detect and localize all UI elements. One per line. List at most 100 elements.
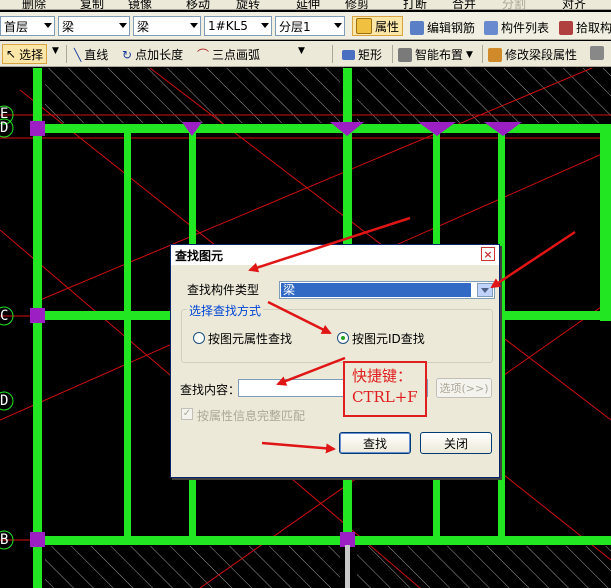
delete-button[interactable]: 删除 (22, 0, 46, 9)
category-select[interactable]: 梁 (58, 16, 130, 36)
smart-layout-button[interactable]: 智能布置 ▼ (398, 46, 473, 63)
more-button[interactable] (590, 46, 604, 60)
shortcut-annotation: 快捷键： CTRL+F (343, 361, 427, 417)
modify-icon (488, 47, 502, 62)
separator (332, 45, 333, 63)
axis-label-d2: D (0, 393, 9, 409)
edit-rebar-icon (410, 20, 424, 35)
chevron-down-icon: ▼ (298, 46, 305, 56)
dialog-title-bar[interactable]: 查找图元 × (171, 245, 499, 265)
pick-button[interactable]: 拾取构 (559, 19, 611, 36)
pick-label: 拾取构 (576, 21, 611, 35)
component-select-value: 1#KL5 (208, 19, 248, 33)
copy-button[interactable]: 复制 (80, 0, 104, 9)
radio-id-search[interactable] (337, 332, 349, 344)
edit-rebar-button[interactable]: 编辑钢筋 (410, 19, 475, 36)
radio-id-label[interactable]: 按图元ID查找 (352, 330, 425, 347)
rect-icon (342, 49, 355, 60)
axis-label-b: B (0, 532, 9, 548)
three-point-arc-button[interactable]: ⌒ 三点画弧 (197, 46, 260, 63)
chevron-down-icon (334, 23, 342, 28)
grid-icon (398, 47, 412, 62)
axis-label-c: C (0, 308, 9, 324)
floor-select-value: 首层 (4, 19, 29, 34)
component-type-select[interactable]: 梁 (279, 281, 495, 299)
align-button[interactable]: 对齐 (562, 0, 586, 9)
select-dropdown[interactable]: ▼ (52, 46, 59, 56)
chevron-down-icon: ▼ (52, 46, 59, 56)
component-toolbar: 首层 梁 梁 1#KL5 分层1 属性 编辑钢筋 构件列表 拾取构 (0, 12, 611, 40)
category-select-value: 梁 (62, 19, 75, 34)
full-match-checkbox[interactable]: ✓ (181, 408, 193, 420)
component-type-label: 查找构件类型 (187, 283, 260, 297)
chevron-down-icon (119, 23, 127, 28)
component-select[interactable]: 1#KL5 (204, 16, 272, 36)
layer-select[interactable]: 分层1 (275, 16, 345, 36)
component-list-button[interactable]: 构件列表 (484, 19, 549, 36)
search-mode-title: 选择查找方式 (187, 302, 264, 319)
modify-span-button[interactable]: 修改梁段属性 (488, 46, 577, 63)
properties-icon (356, 18, 372, 34)
chevron-down-icon[interactable] (477, 283, 493, 297)
chevron-down-icon (261, 23, 269, 28)
axis-label-d: D (0, 120, 9, 136)
arc-icon: ⌒ (197, 48, 210, 62)
radio-attr-label[interactable]: 按图元属性查找 (208, 330, 292, 347)
select-label: 选择 (19, 47, 44, 62)
radio-attr-search[interactable] (193, 332, 205, 344)
merge-button[interactable]: 合并 (452, 0, 476, 9)
modify-span-label: 修改梁段属性 (505, 48, 578, 62)
rect-button[interactable]: 矩形 (342, 46, 382, 63)
separator (66, 45, 67, 63)
properties-button[interactable]: 属性 (352, 16, 404, 36)
split-button[interactable]: 分割 (502, 0, 526, 9)
extend-button[interactable]: 延伸 (296, 0, 320, 9)
chevron-down-icon (44, 23, 52, 28)
point-length-label: 点加长度 (135, 48, 184, 62)
slab-hatch (45, 546, 340, 588)
separator (482, 45, 483, 63)
options-button[interactable]: 选项(>>) (436, 378, 492, 398)
point-length-icon: ↻ (122, 47, 133, 62)
line-icon: ╲ (74, 47, 82, 62)
rotate-button[interactable]: 旋转 (236, 0, 260, 9)
close-icon[interactable]: × (481, 247, 495, 261)
line-button[interactable]: ╲ 直线 (74, 46, 108, 63)
chevron-down-icon (190, 23, 198, 28)
trim-button[interactable]: 修剪 (345, 0, 369, 9)
find-element-dialog: 查找图元 × 查找构件类型 梁 选择查找方式 按图元属性查找 按图元ID查找 查… (170, 244, 500, 478)
full-match-label: 按属性信息完整匹配 (197, 409, 306, 423)
floor-select[interactable]: 首层 (0, 16, 55, 36)
smart-layout-label: 智能布置 (415, 48, 464, 62)
move-button[interactable]: 移动 (186, 0, 210, 9)
pick-icon (559, 20, 573, 35)
arc-dropdown[interactable]: ▼ (298, 46, 305, 56)
separator (392, 45, 393, 63)
line-label: 直线 (84, 48, 109, 62)
properties-label: 属性 (375, 19, 400, 34)
edit-rebar-label: 编辑钢筋 (427, 21, 476, 35)
shortcut-line2: CTRL+F (352, 388, 418, 406)
subcategory-select-value: 梁 (137, 19, 150, 34)
layer-select-value: 分层1 (279, 19, 311, 34)
chevron-down-icon: ▼ (466, 49, 473, 60)
three-point-arc-label: 三点画弧 (212, 48, 261, 62)
more-icon (590, 46, 604, 60)
shortcut-line1: 快捷键： (352, 367, 413, 385)
list-icon (484, 20, 498, 35)
draw-toolbar: ↖ 选择 ▼ ╲ 直线 ↻ 点加长度 ⌒ 三点画弧 ▼ 矩形 智能布置 ▼ 修改… (0, 41, 611, 67)
component-type-value: 梁 (281, 283, 471, 297)
mirror-button[interactable]: 镜像 (128, 0, 152, 9)
point-length-button[interactable]: ↻ 点加长度 (122, 46, 183, 63)
close-button[interactable]: 关闭 (420, 432, 492, 454)
top-edit-toolbar: 删除 复制 镜像 移动 旋转 延伸 修剪 打断 合并 分割 对齐 (0, 0, 611, 10)
cursor-icon: ↖ (6, 47, 17, 61)
rect-label: 矩形 (358, 48, 383, 62)
find-button[interactable]: 查找 (339, 432, 411, 454)
search-content-label: 查找内容： (180, 383, 241, 397)
select-button[interactable]: ↖ 选择 (2, 44, 48, 64)
break-button[interactable]: 打断 (403, 0, 427, 9)
subcategory-select[interactable]: 梁 (133, 16, 201, 36)
dialog-title: 查找图元 (175, 248, 224, 263)
wall-segment (345, 545, 350, 588)
